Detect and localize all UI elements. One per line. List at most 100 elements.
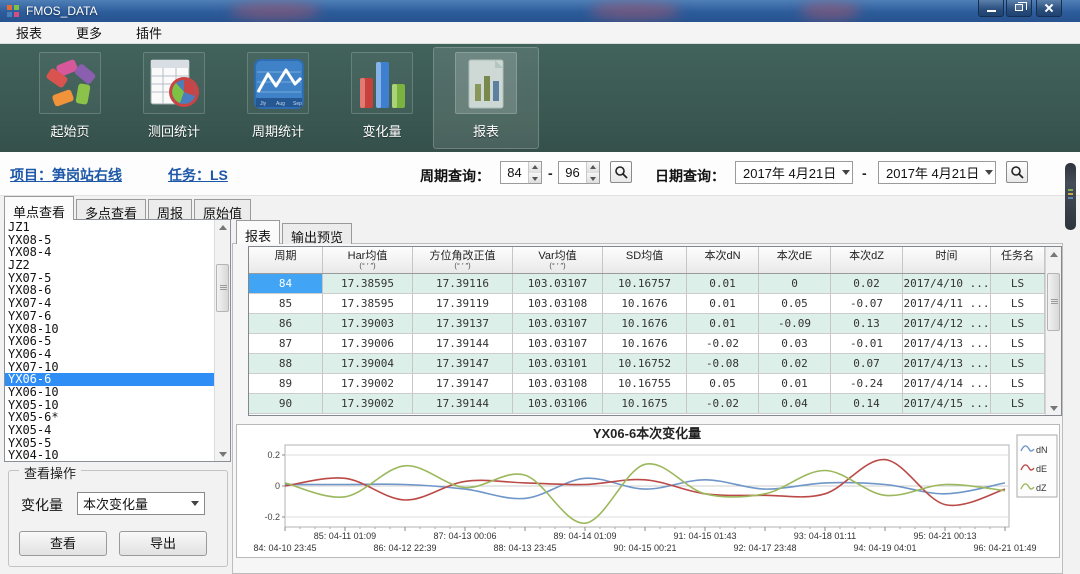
table-cell[interactable]: 103.03108	[513, 374, 603, 393]
table-cell[interactable]: -0.02	[687, 394, 759, 413]
column-header[interactable]: 任务名	[991, 247, 1045, 273]
point-list-item[interactable]: JZ1	[5, 221, 214, 234]
table-cell[interactable]: 0.14	[831, 394, 903, 413]
table-cell[interactable]: 2017/4/13 ...	[903, 334, 991, 353]
table-cell[interactable]: 0.01	[687, 274, 759, 293]
table-cell[interactable]: 17.39119	[413, 294, 513, 313]
table-cell[interactable]: -0.02	[687, 334, 759, 353]
toolbar-button-0[interactable]: 起始页	[18, 48, 122, 148]
left-tab-1[interactable]: 多点查看	[76, 199, 146, 220]
table-cell[interactable]: 10.16752	[603, 354, 687, 373]
menu-item-1[interactable]: 更多	[72, 21, 106, 44]
table-cell[interactable]: 17.39144	[413, 334, 513, 353]
column-header[interactable]: Har均值(° ′ ″)	[323, 247, 413, 273]
column-header[interactable]: SD均值	[603, 247, 687, 273]
table-cell[interactable]: -0.01	[831, 334, 903, 353]
column-header[interactable]: 时间	[903, 247, 991, 273]
point-list-item[interactable]: YX07-6	[5, 310, 214, 323]
table-cell[interactable]: 10.1676	[603, 334, 687, 353]
table-cell[interactable]: LS	[991, 294, 1045, 313]
column-header[interactable]: 本次dE	[759, 247, 831, 273]
table-cell[interactable]: 103.03106	[513, 394, 603, 413]
table-cell[interactable]: 2017/4/13 ...	[903, 354, 991, 373]
minimize-button[interactable]	[978, 0, 1004, 17]
table-cell[interactable]: LS	[991, 394, 1045, 413]
scroll-down-arrow-icon[interactable]	[1046, 400, 1061, 415]
column-header[interactable]: Var均值(° ′ ″)	[513, 247, 603, 273]
table-cell[interactable]: 2017/4/15 ...	[903, 394, 991, 413]
toolbar-button-4[interactable]: 报表	[434, 48, 538, 148]
table-cell[interactable]: 0.04	[759, 394, 831, 413]
table-cell[interactable]: 10.1676	[603, 294, 687, 313]
period-search-button[interactable]	[610, 161, 632, 183]
left-tab-0[interactable]: 单点查看	[4, 196, 74, 220]
table-cell[interactable]: 85	[249, 294, 323, 313]
table-row[interactable]: 9017.3900217.39144103.0310610.1675-0.020…	[249, 394, 1045, 414]
table-row[interactable]: 8517.3859517.39119103.0310810.16760.010.…	[249, 294, 1045, 314]
scroll-up-arrow-icon[interactable]	[1046, 247, 1061, 262]
table-cell[interactable]: 17.39003	[323, 314, 413, 333]
table-cell[interactable]: 2017/4/11 ...	[903, 294, 991, 313]
report-tab-1[interactable]: 输出预览	[282, 223, 352, 244]
toolbar-button-2[interactable]: JlyAugSep周期统计	[226, 48, 330, 148]
point-list-item[interactable]: YX05-4	[5, 424, 214, 437]
table-cell[interactable]: -0.24	[831, 374, 903, 393]
table-cell[interactable]: 0.05	[759, 294, 831, 313]
table-cell[interactable]: 86	[249, 314, 323, 333]
table-cell[interactable]: 103.03101	[513, 354, 603, 373]
table-cell[interactable]: 0.02	[831, 274, 903, 293]
table-cell[interactable]: 103.03107	[513, 334, 603, 353]
table-cell[interactable]: 0.03	[759, 334, 831, 353]
table-cell[interactable]: 103.03107	[513, 274, 603, 293]
menu-item-0[interactable]: 报表	[12, 21, 46, 44]
collapsed-panel-handle[interactable]	[1065, 163, 1076, 230]
table-row[interactable]: 8617.3900317.39137103.0310710.16760.01-0…	[249, 314, 1045, 334]
period-to-value[interactable]: 96	[559, 162, 586, 183]
table-cell[interactable]: 10.16757	[603, 274, 687, 293]
report-tab-0[interactable]: 报表	[236, 220, 280, 244]
point-list-item[interactable]: YX06-5	[5, 335, 214, 348]
table-cell[interactable]: 2017/4/14 ...	[903, 374, 991, 393]
table-cell[interactable]: 2017/4/12 ...	[903, 314, 991, 333]
list-scrollbar-thumb[interactable]	[216, 264, 229, 312]
table-cell[interactable]: 0.07	[831, 354, 903, 373]
menu-item-2[interactable]: 插件	[132, 21, 166, 44]
column-header[interactable]: 本次dZ	[831, 247, 903, 273]
table-cell[interactable]: 17.39002	[323, 394, 413, 413]
spin-up-arrow-icon[interactable]	[529, 162, 541, 173]
column-header[interactable]: 方位角改正值(° ′ ″)	[413, 247, 513, 273]
table-cell[interactable]: 0.05	[687, 374, 759, 393]
project-link[interactable]: 项目：笋岗站右线	[10, 165, 122, 185]
restore-button[interactable]	[1006, 0, 1032, 17]
toolbar-button-1[interactable]: 测回统计	[122, 48, 226, 148]
table-cell[interactable]: 0	[759, 274, 831, 293]
point-list-item[interactable]: YX06-10	[5, 386, 214, 399]
table-cell[interactable]: 10.16755	[603, 374, 687, 393]
table-cell[interactable]: 0.13	[831, 314, 903, 333]
table-cell[interactable]: 17.39006	[323, 334, 413, 353]
table-cell[interactable]: 0.01	[687, 294, 759, 313]
close-button[interactable]	[1036, 0, 1062, 17]
period-from-spinner[interactable]: 84	[500, 161, 542, 184]
point-list-item[interactable]: JZ2	[5, 259, 214, 272]
export-button[interactable]: 导出	[119, 531, 207, 556]
spin-down-arrow-icon[interactable]	[529, 173, 541, 184]
table-row[interactable]: 8917.3900217.39147103.0310810.167550.050…	[249, 374, 1045, 394]
table-cell[interactable]: LS	[991, 374, 1045, 393]
table-cell[interactable]: 17.39002	[323, 374, 413, 393]
scroll-down-arrow-icon[interactable]	[215, 446, 230, 461]
table-scrollbar[interactable]	[1045, 247, 1061, 415]
view-button[interactable]: 查看	[19, 531, 107, 556]
table-cell[interactable]: 87	[249, 334, 323, 353]
table-cell[interactable]: 17.39004	[323, 354, 413, 373]
table-cell[interactable]: -0.07	[831, 294, 903, 313]
period-from-value[interactable]: 84	[501, 162, 528, 183]
table-cell[interactable]: 89	[249, 374, 323, 393]
column-header[interactable]: 本次dN	[687, 247, 759, 273]
table-cell[interactable]: 17.38595	[323, 294, 413, 313]
table-cell[interactable]: 88	[249, 354, 323, 373]
date-to-dropdown[interactable]: 2017年 4月21日	[878, 161, 996, 184]
date-search-button[interactable]	[1006, 161, 1028, 183]
table-cell[interactable]: LS	[991, 314, 1045, 333]
task-link[interactable]: 任务：LS	[168, 165, 228, 185]
